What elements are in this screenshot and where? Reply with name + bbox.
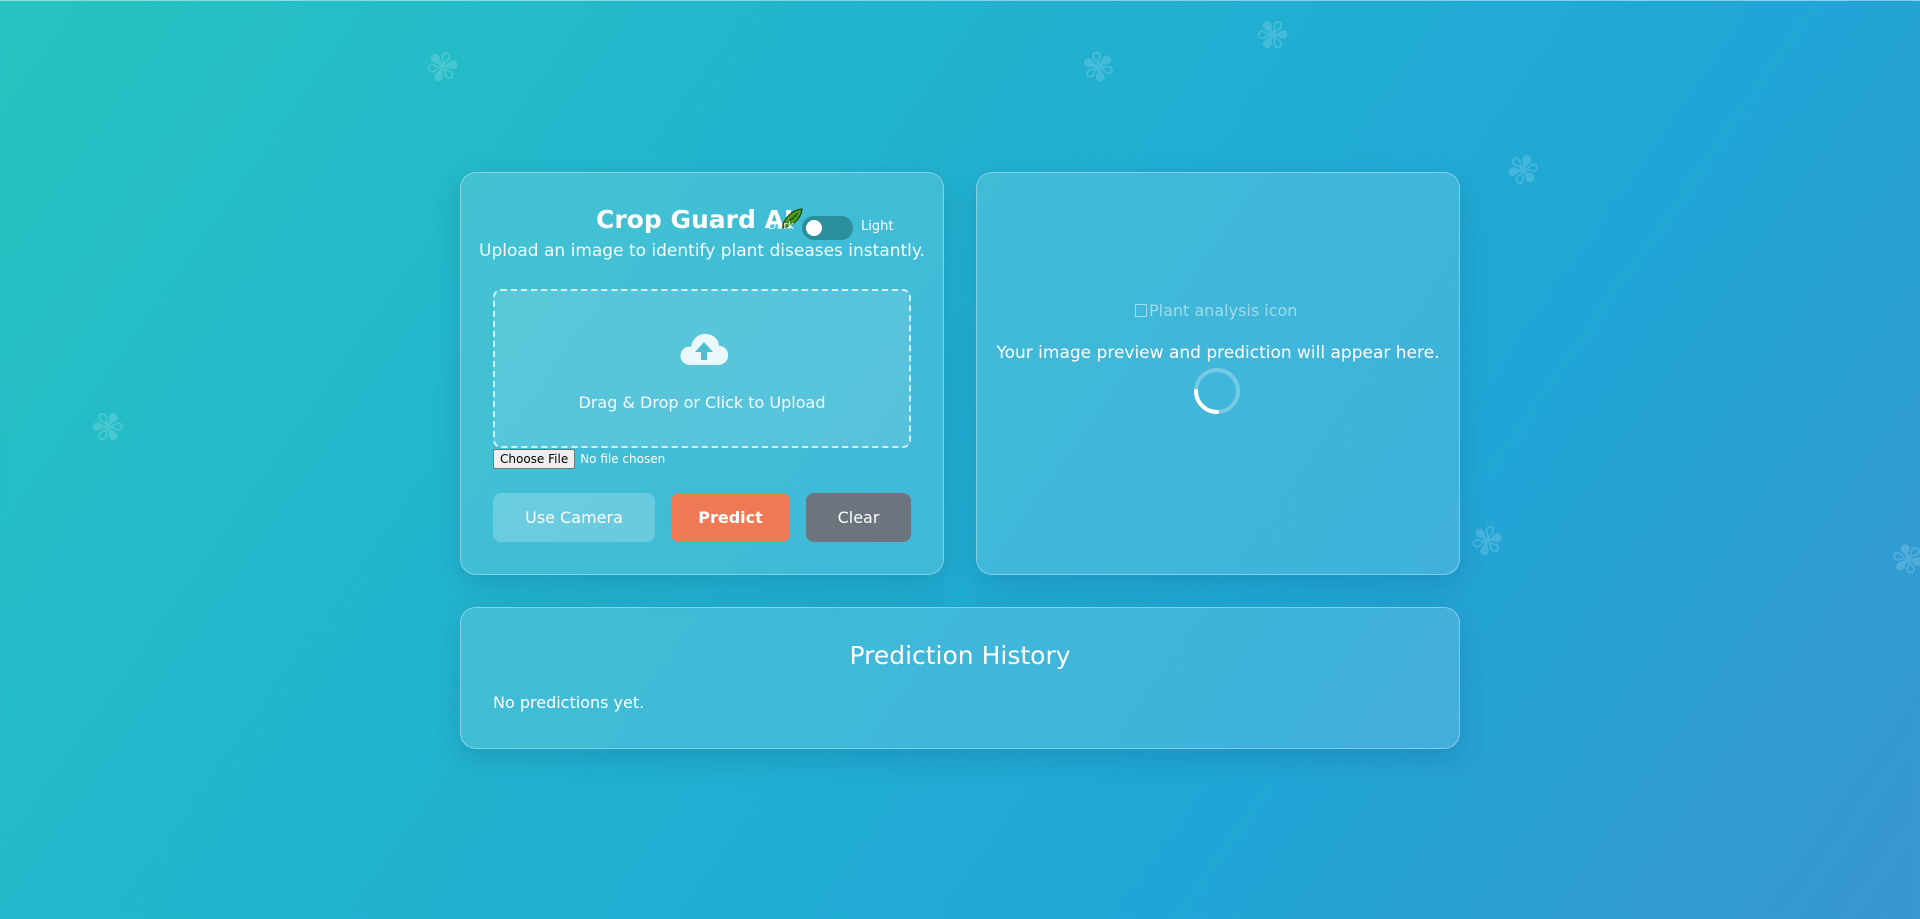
dark-mode-label: Dark xyxy=(768,219,795,232)
clear-button[interactable]: Clear xyxy=(806,493,911,542)
background-leaf-icon: ✾ xyxy=(1496,149,1548,191)
background-leaf-icon: ✾ xyxy=(1464,515,1509,569)
background-leaf-icon: ✾ xyxy=(82,399,135,457)
app-subtitle: Upload an image to identify plant diseas… xyxy=(479,241,925,261)
app-title: Crop Guard AI xyxy=(596,205,794,234)
broken-image-icon xyxy=(1135,304,1147,317)
history-title: Prediction History xyxy=(849,641,1071,670)
choose-file-button[interactable]: Choose File xyxy=(493,449,576,469)
background-leaf-icon: ✾ xyxy=(1245,7,1298,65)
theme-toggle[interactable] xyxy=(802,216,853,240)
file-status: No file chosen xyxy=(580,452,666,466)
predict-button[interactable]: Predict xyxy=(671,493,790,542)
image-alt-text: Plant analysis icon xyxy=(1149,301,1298,320)
dropzone-text: Drag & Drop or Click to Upload xyxy=(578,393,826,412)
upload-dropzone[interactable]: Drag & Drop or Click to Upload xyxy=(493,289,911,448)
file-input: Choose File No file chosen xyxy=(493,449,665,469)
light-mode-label: Light xyxy=(861,219,894,234)
background-leaf-icon: ✾ xyxy=(1878,531,1920,589)
history-card xyxy=(460,607,1460,749)
top-border xyxy=(0,0,1920,1)
toggle-knob xyxy=(806,220,822,236)
history-empty-text: No predictions yet. xyxy=(493,693,645,712)
preview-placeholder-text: Your image preview and prediction will a… xyxy=(996,343,1440,363)
background-leaf-icon: ✾ xyxy=(418,40,466,96)
loading-spinner-icon xyxy=(1193,367,1241,415)
background-leaf-icon: ✾ xyxy=(1078,42,1120,94)
cloud-upload-icon xyxy=(678,329,730,369)
use-camera-button[interactable]: Use Camera xyxy=(493,493,655,542)
plant-analysis-image: Plant analysis icon xyxy=(1135,301,1297,320)
